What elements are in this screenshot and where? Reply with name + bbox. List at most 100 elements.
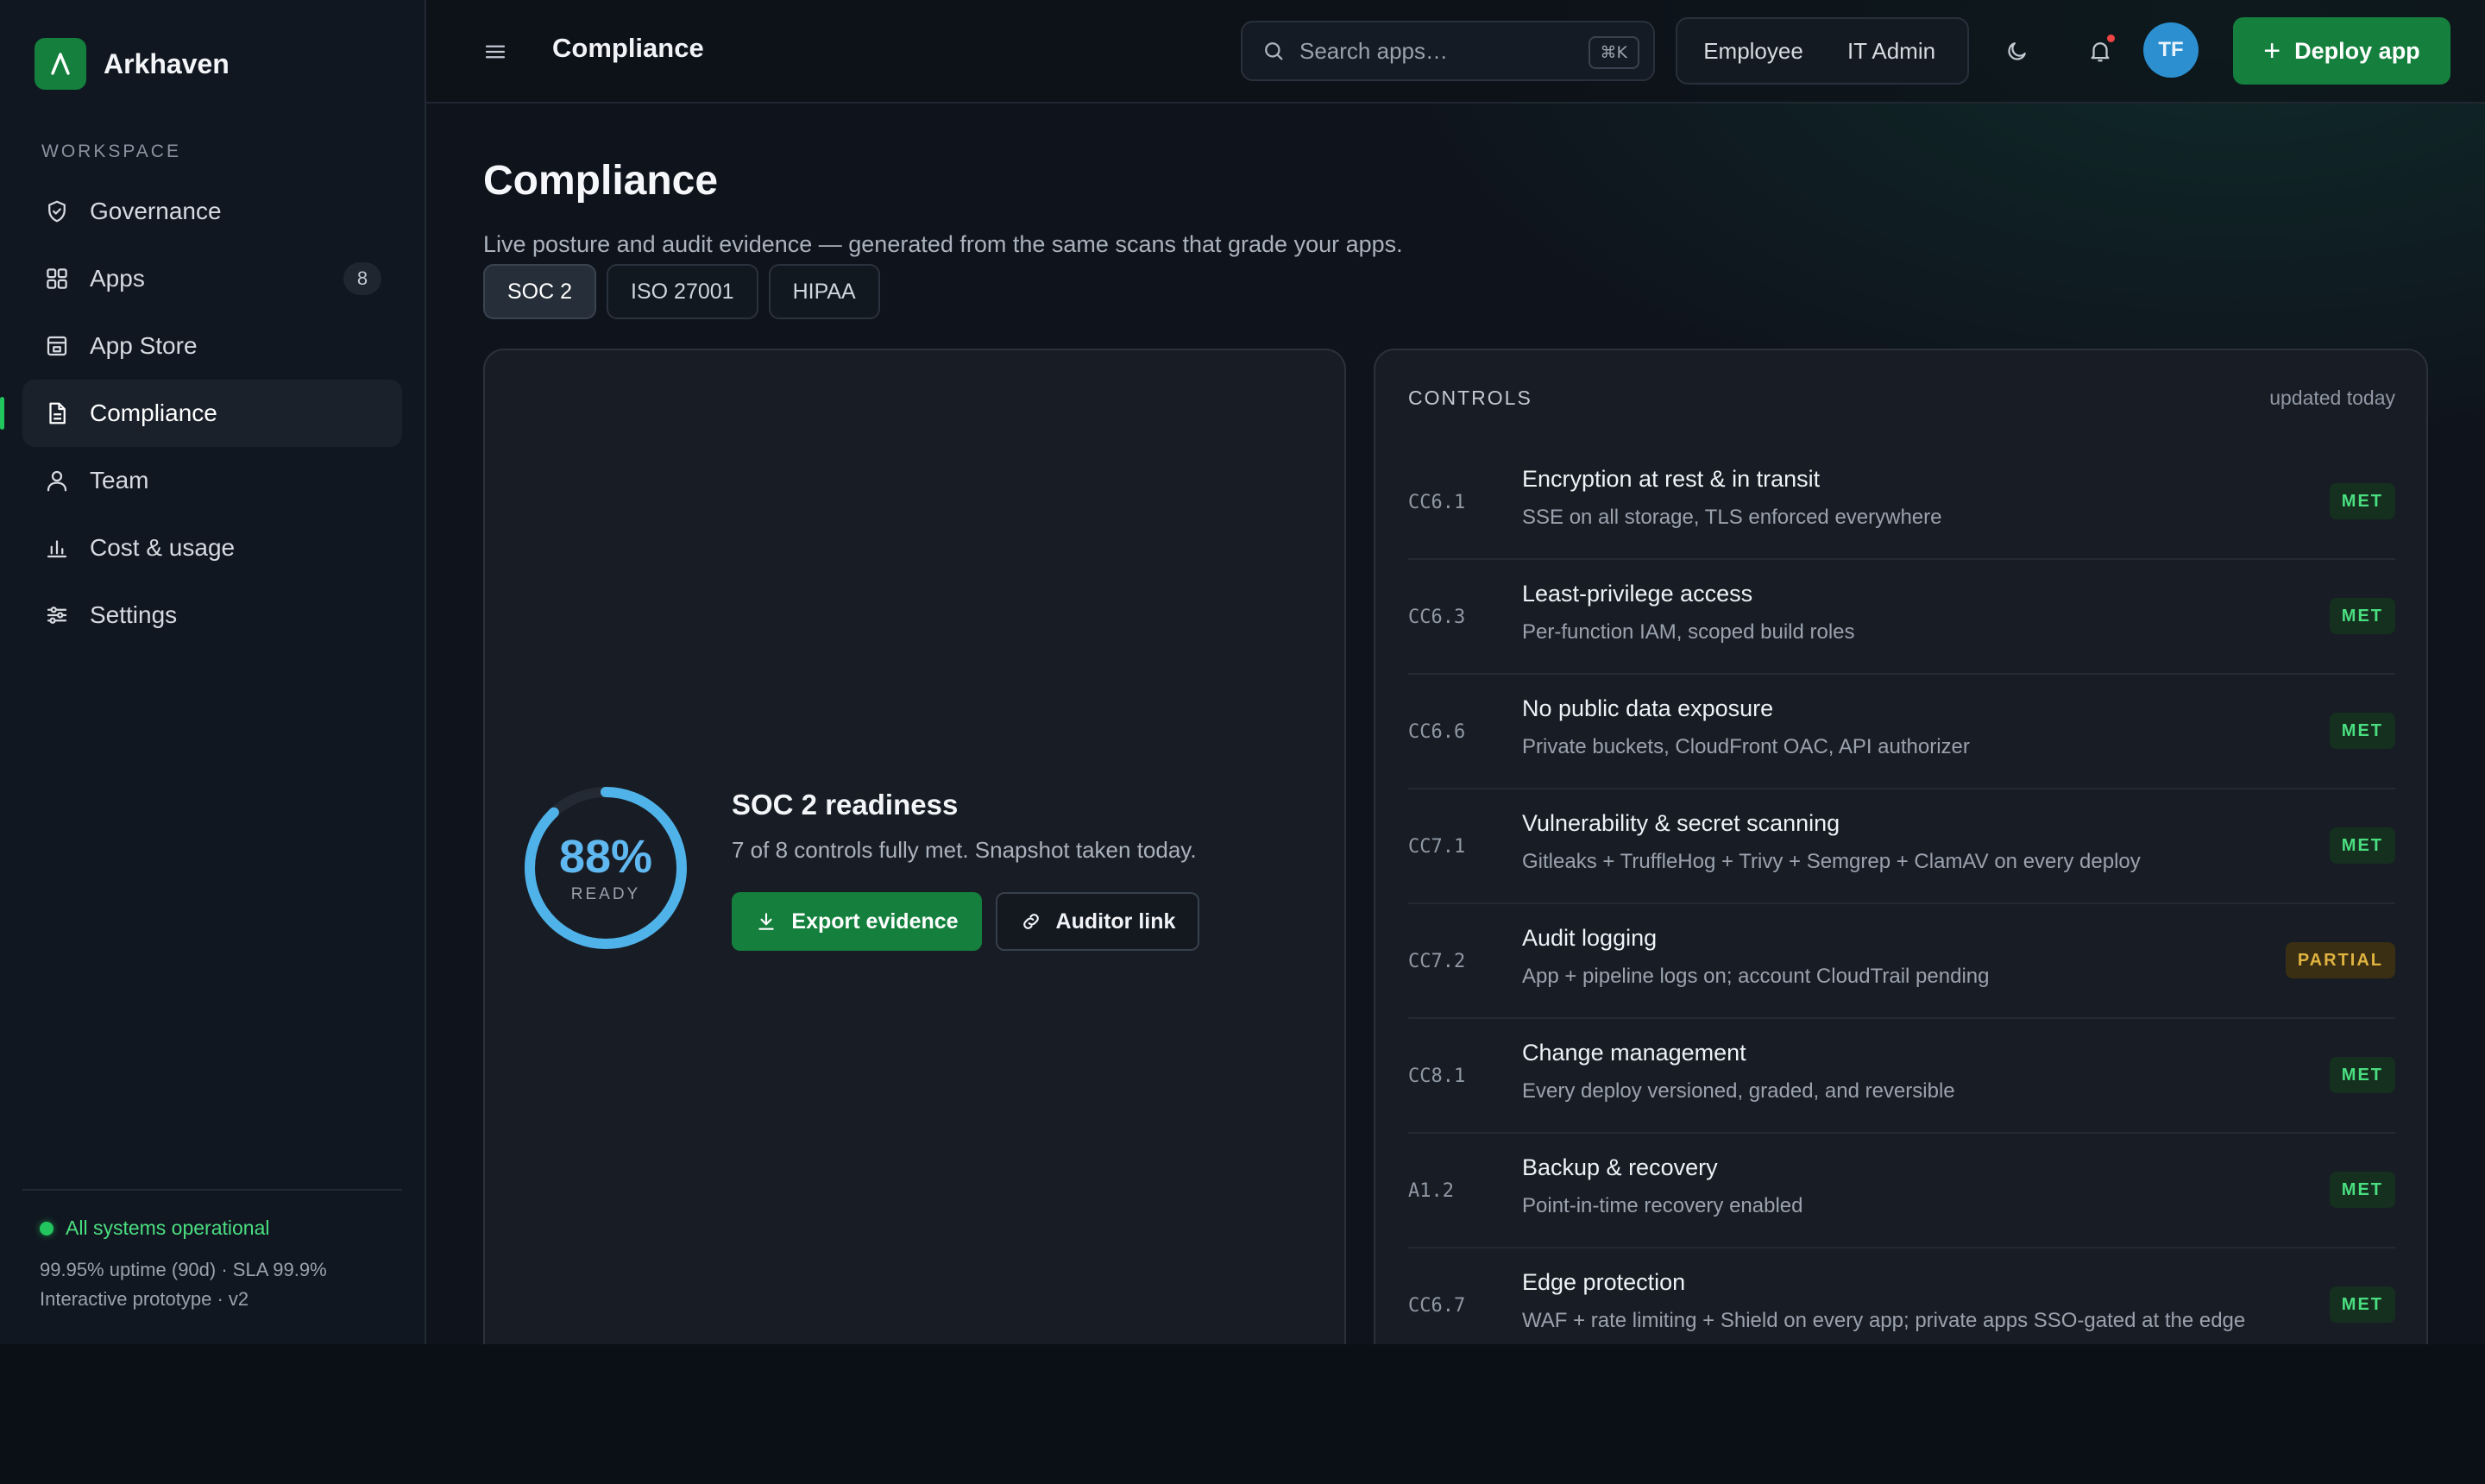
role-it-admin-button[interactable]: IT Admin xyxy=(1822,38,1960,65)
tab-hipaa[interactable]: HIPAA xyxy=(768,264,880,319)
control-id: CC8.1 xyxy=(1408,1066,1466,1087)
readiness-description: 7 of 8 controls fully met. Snapshot take… xyxy=(732,837,1197,863)
role-switch: Employee IT Admin xyxy=(1676,17,1969,85)
auditor-link-button[interactable]: Auditor link xyxy=(996,892,1199,951)
control-row[interactable]: A1.2 Backup & recovery Point-in-time recov… xyxy=(1408,1134,2395,1248)
search-box[interactable]: ⌘K xyxy=(1241,21,1655,81)
control-title: Least-privilege access xyxy=(1522,581,1753,607)
sidebar-item-label: Cost & usage xyxy=(90,534,236,561)
control-id: CC7.2 xyxy=(1408,951,1466,972)
sidebar-item-apps[interactable]: Apps 8 xyxy=(22,245,402,312)
brand[interactable]: Arkhaven xyxy=(0,0,425,93)
grid-icon xyxy=(41,263,72,294)
sidebar-item-team[interactable]: Team xyxy=(22,447,402,514)
avatar[interactable]: TF xyxy=(2143,22,2199,78)
control-title: Audit logging xyxy=(1522,925,1658,951)
topbar-title: Compliance xyxy=(552,33,704,63)
search-input[interactable] xyxy=(1299,37,1576,65)
control-title: Backup & recovery xyxy=(1522,1154,1718,1180)
system-status: All systems operational 99.95% uptime (9… xyxy=(22,1189,402,1314)
main-content: Compliance ⌘K Employee IT Admin TF + Dep… xyxy=(426,0,2485,1344)
control-row[interactable]: CC6.6 No public data exposure Private buck… xyxy=(1408,675,2395,789)
plus-icon: + xyxy=(2263,34,2281,67)
readiness-card: 88% READY SOC 2 readiness 7 of 8 control… xyxy=(483,349,1346,1344)
sidebar-item-governance[interactable]: Governance xyxy=(22,178,402,245)
controls-card: CONTROLS updated today CC6.1 Encryption a… xyxy=(1374,349,2428,1344)
control-title: Edge protection xyxy=(1522,1269,1686,1295)
uptime-text: 99.95% uptime (90d) · SLA 99.9% xyxy=(40,1259,327,1280)
tab-soc2[interactable]: SOC 2 xyxy=(483,264,597,319)
control-row[interactable]: CC7.2 Audit logging App + pipeline logs on… xyxy=(1408,904,2395,1019)
status-badge: MET xyxy=(2329,827,2395,864)
status-badge: PARTIAL xyxy=(2285,942,2395,978)
sidebar-item-settings[interactable]: Settings xyxy=(22,582,402,649)
status-badge: MET xyxy=(2329,713,2395,749)
control-description: Every deploy versioned, graded, and reve… xyxy=(1522,1079,1955,1103)
readiness-title: SOC 2 readiness xyxy=(732,789,959,821)
control-id: CC7.1 xyxy=(1408,836,1466,858)
control-id: CC6.1 xyxy=(1408,492,1466,513)
control-description: Private buckets, CloudFront OAC, API aut… xyxy=(1522,735,1970,758)
deploy-app-label: Deploy app xyxy=(2294,37,2420,64)
status-badge: MET xyxy=(2329,1172,2395,1208)
control-row[interactable]: CC6.7 Edge protection WAF + rate limiting … xyxy=(1408,1248,2395,1344)
control-row[interactable]: CC6.3 Least-privilege access Per-function … xyxy=(1408,560,2395,675)
logo-a-icon xyxy=(51,53,70,75)
control-title: Change management xyxy=(1522,1040,1746,1066)
gauge-text: 88% READY xyxy=(519,782,692,954)
status-details: 99.95% uptime (90d) · SLA 99.9% Interact… xyxy=(40,1255,402,1314)
sidebar-item-label: Governance xyxy=(90,198,222,224)
controls-heading: CONTROLS xyxy=(1408,387,1532,409)
control-row[interactable]: CC7.1 Vulnerability & secret scanning Gitl… xyxy=(1408,789,2395,904)
workspace-label: WORKSPACE xyxy=(41,141,181,161)
status-badge: MET xyxy=(2329,1057,2395,1093)
deploy-app-button[interactable]: + Deploy app xyxy=(2233,17,2450,85)
status-badge: MET xyxy=(2329,598,2395,634)
control-row[interactable]: CC8.1 Change management Every deploy versi… xyxy=(1408,1019,2395,1134)
topbar: Compliance ⌘K Employee IT Admin TF + Dep… xyxy=(426,0,2485,104)
auditor-link-label: Auditor link xyxy=(1055,909,1176,934)
status-badge: MET xyxy=(2329,483,2395,519)
app-window: Arkhaven WORKSPACE Governance Apps 8 App… xyxy=(0,0,2485,1344)
theme-toggle-button[interactable] xyxy=(1991,25,2043,77)
control-description: WAF + rate limiting + Shield on every ap… xyxy=(1522,1309,2246,1332)
status-dot-icon xyxy=(40,1221,53,1236)
framework-tabs: SOC 2 ISO 27001 HIPAA xyxy=(483,264,880,319)
role-employee-button[interactable]: Employee xyxy=(1684,38,1822,65)
control-id: A1.2 xyxy=(1408,1180,1454,1202)
sidebar-item-app-store[interactable]: App Store xyxy=(22,312,402,380)
control-id: CC6.6 xyxy=(1408,721,1466,743)
status-text: All systems operational xyxy=(66,1217,270,1239)
tab-iso27001[interactable]: ISO 27001 xyxy=(607,264,758,319)
export-evidence-button[interactable]: Export evidence xyxy=(732,892,982,951)
control-description: Per-function IAM, scoped build roles xyxy=(1522,620,1855,644)
control-description: App + pipeline logs on; account CloudTra… xyxy=(1522,965,1990,988)
readiness-gauge: 88% READY xyxy=(519,782,692,954)
sidebar-item-label: App Store xyxy=(90,332,198,359)
notifications-button[interactable] xyxy=(2074,25,2126,77)
sidebar-item-label: Compliance xyxy=(90,399,217,426)
control-id: CC6.3 xyxy=(1408,607,1466,628)
page-description: Live posture and audit evidence — genera… xyxy=(483,231,1403,257)
apps-count-badge: 8 xyxy=(343,262,381,295)
brand-logo xyxy=(35,38,86,90)
export-evidence-label: Export evidence xyxy=(791,909,959,934)
readiness-percent: 88% xyxy=(558,831,653,883)
download-icon xyxy=(758,913,775,930)
hamburger-icon xyxy=(485,45,506,59)
control-row[interactable]: CC6.1 Encryption at rest & in transit SSE … xyxy=(1408,445,2395,560)
store-icon xyxy=(41,330,72,362)
status-badge: MET xyxy=(2329,1286,2395,1323)
version-text: Interactive prototype · v2 xyxy=(40,1288,249,1310)
control-description: Point-in-time recovery enabled xyxy=(1522,1194,1803,1217)
sliders-icon xyxy=(41,600,72,631)
control-description: SSE on all storage, TLS enforced everywh… xyxy=(1522,506,1942,529)
sidebar-item-compliance[interactable]: Compliance xyxy=(0,380,402,447)
notification-dot xyxy=(2107,35,2115,42)
sidebar-item-cost-usage[interactable]: Cost & usage xyxy=(22,514,402,582)
menu-toggle-button[interactable] xyxy=(478,35,513,69)
sidebar-item-label: Apps xyxy=(90,265,145,292)
sidebar-nav: Governance Apps 8 App Store Compliance T… xyxy=(0,178,425,649)
search-shortcut-hint: ⌘K xyxy=(1588,36,1639,69)
bar-chart-icon xyxy=(41,532,72,563)
